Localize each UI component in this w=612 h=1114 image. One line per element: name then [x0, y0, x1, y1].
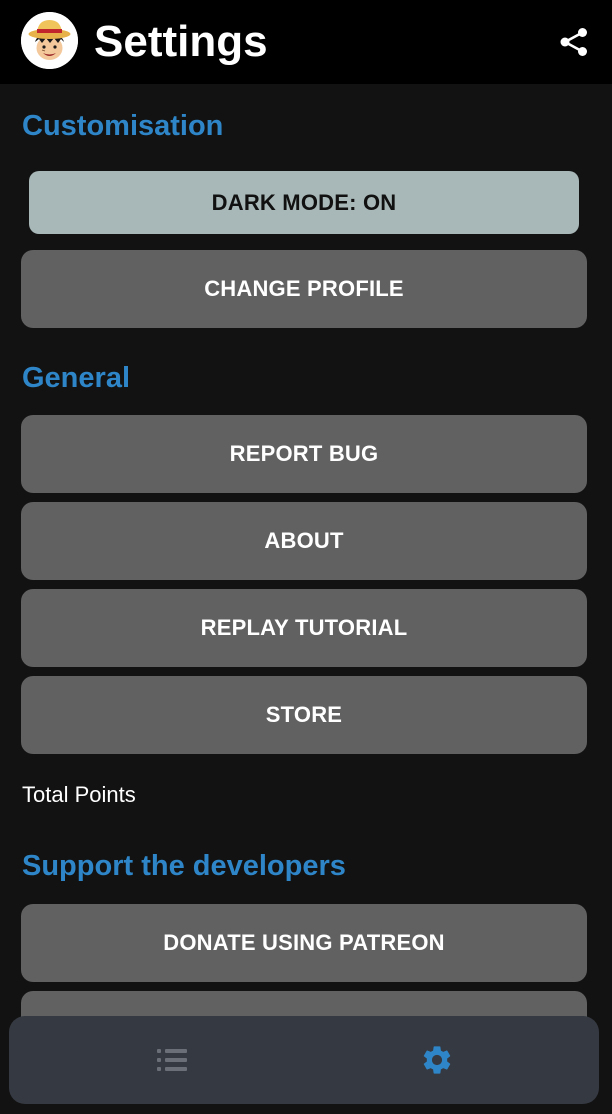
store-button[interactable]: STORE	[21, 676, 587, 754]
total-points-label: Total Points	[22, 782, 136, 807]
app-header: Settings	[0, 0, 612, 84]
list-icon	[156, 1049, 187, 1071]
nav-item-list[interactable]	[24, 1016, 319, 1104]
about-button[interactable]: ABOUT	[21, 502, 587, 580]
section-title-general: General	[22, 362, 130, 394]
share-icon	[560, 28, 587, 56]
settings-screen: Settings Customisation DARK MODE: ON CHA…	[0, 0, 612, 1114]
change-profile-button[interactable]: CHANGE PROFILE	[21, 250, 587, 328]
avatar[interactable]	[21, 12, 78, 69]
bottom-navigation	[9, 1016, 599, 1104]
replay-tutorial-button[interactable]: REPLAY TUTORIAL	[21, 589, 587, 667]
gear-icon	[423, 1046, 450, 1074]
share-button[interactable]	[556, 24, 592, 60]
nav-item-settings[interactable]	[289, 1016, 584, 1104]
donate-patreon-button[interactable]: DONATE USING PATREON	[21, 904, 587, 982]
straw-hat-avatar-icon	[21, 12, 78, 69]
section-title-support: Support the developers	[22, 850, 346, 882]
report-bug-button[interactable]: REPORT BUG	[21, 415, 587, 493]
section-title-customisation: Customisation	[22, 110, 224, 142]
dark-mode-toggle-button[interactable]: DARK MODE: ON	[29, 171, 579, 234]
page-title: Settings	[94, 17, 268, 66]
